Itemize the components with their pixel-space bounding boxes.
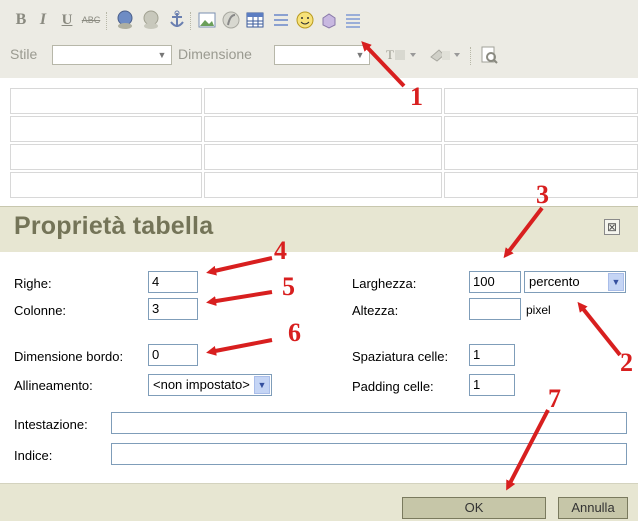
annotation-arrow-2 xyxy=(577,301,622,357)
annotation-number-3: 3 xyxy=(536,180,549,209)
annotation-arrows xyxy=(206,41,622,491)
annotation-arrow-4 xyxy=(206,256,273,276)
annotation-number-6: 6 xyxy=(288,318,301,347)
annotation-number-7: 7 xyxy=(548,384,561,413)
annotation-arrow-5 xyxy=(206,290,273,306)
annotation-arrow-1 xyxy=(361,41,406,88)
annotation-arrow-6 xyxy=(206,338,273,356)
annotation-number-4: 4 xyxy=(274,236,287,265)
annotation-arrow-7 xyxy=(506,409,550,491)
annotation-number-2: 2 xyxy=(620,348,633,377)
annotation-number-5: 5 xyxy=(282,272,295,301)
annotation-number-1: 1 xyxy=(410,82,423,111)
annotation-arrow-3 xyxy=(503,206,544,259)
